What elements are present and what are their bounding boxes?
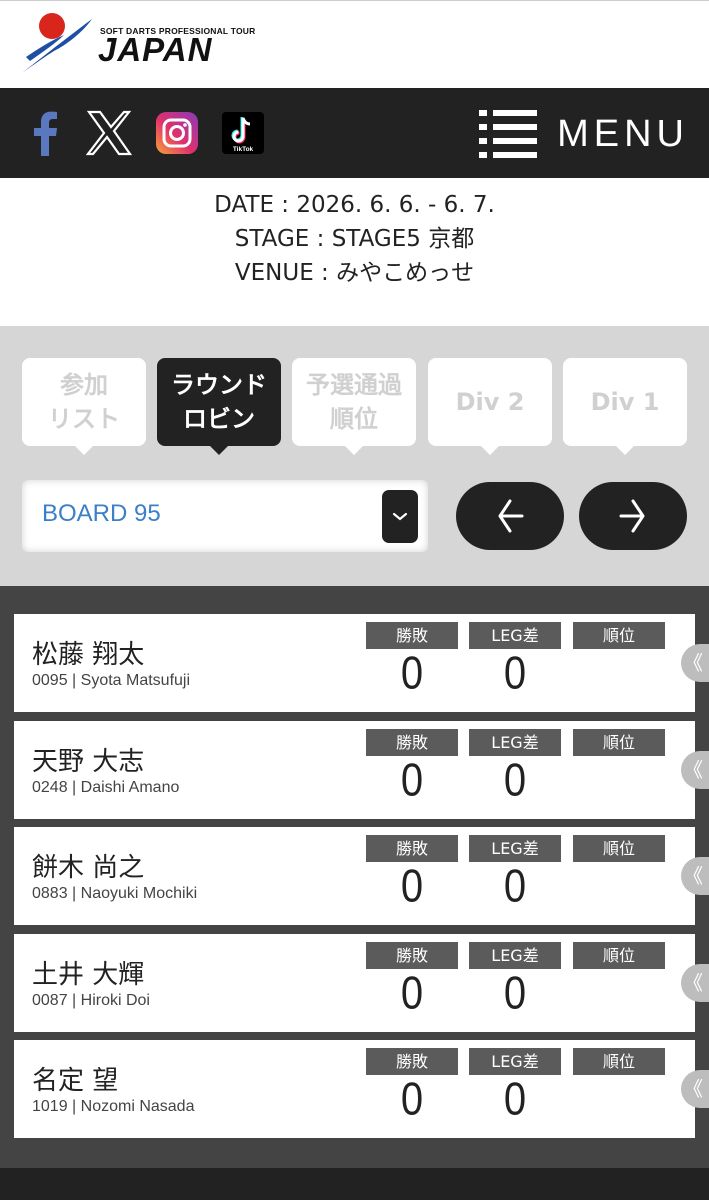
player-name: 松藤 翔太: [32, 640, 145, 670]
logo-mark-icon[interactable]: [20, 11, 94, 79]
tab-entry-list[interactable]: 参加 リスト: [22, 358, 146, 455]
expand-chevron-icon[interactable]: 《: [681, 1070, 709, 1108]
previous-board-button[interactable]: [456, 482, 564, 550]
stat-header-rank: 順位: [573, 729, 665, 756]
next-board-button[interactable]: [579, 482, 687, 550]
stat-header-leg-diff: LEG差: [469, 622, 561, 649]
tab-label: リスト: [48, 405, 120, 433]
expand-chevron-icon[interactable]: 《: [681, 964, 709, 1002]
stat-header-record: 勝敗: [366, 1048, 458, 1075]
logo-wordmark[interactable]: JAPAN: [98, 31, 212, 69]
stat-header-leg-diff: LEG差: [469, 835, 561, 862]
stat-leg-diff: 0: [503, 1074, 527, 1125]
nav-bar: TikTok MENU: [0, 88, 709, 178]
controls-panel: 参加リスト ラウンドロビン 予選通過順位 Div 2 Div 1 BOARD 9…: [0, 326, 709, 586]
tab-label: Div 1: [590, 388, 660, 416]
stat-record: 0: [400, 648, 424, 699]
expand-chevron-icon[interactable]: 《: [681, 751, 709, 789]
hamburger-icon: [479, 110, 538, 158]
player-card: 名定 望 1019 | Nozomi Nasada 勝敗 LEG差 順位 0 0…: [14, 1040, 709, 1138]
player-card: 天野 大志 0248 | Daishi Amano 勝敗 LEG差 順位 0 0…: [14, 721, 709, 819]
stat-header-record: 勝敗: [366, 942, 458, 969]
stat-header-record: 勝敗: [366, 622, 458, 649]
stat-header-record: 勝敗: [366, 835, 458, 862]
tab-label: Div 2: [455, 388, 525, 416]
stat-record: 0: [400, 968, 424, 1019]
event-venue: VENUE : みやこめっせ: [234, 260, 475, 286]
player-id-name: 1019 | Nozomi Nasada: [32, 1098, 195, 1115]
facebook-icon[interactable]: [22, 110, 68, 156]
chevron-down-icon[interactable]: [382, 490, 418, 543]
tab-label: ラウンド: [171, 371, 267, 399]
stat-record: 0: [400, 1074, 424, 1125]
stat-rank: [573, 861, 665, 919]
player-id-name: 0883 | Naoyuki Mochiki: [32, 885, 198, 902]
stat-rank: [573, 1074, 665, 1132]
expand-chevron-icon[interactable]: 《: [681, 644, 709, 682]
player-card: 松藤 翔太 0095 | Syota Matsufuji 勝敗 LEG差 順位 …: [14, 614, 709, 712]
event-date: DATE : 2026. 6. 6. - 6. 7.: [214, 192, 495, 218]
tab-round-robin[interactable]: ラウンド ロビン: [157, 358, 281, 455]
player-list: 松藤 翔太 0095 | Syota Matsufuji 勝敗 LEG差 順位 …: [0, 586, 709, 1168]
tab-label: 順位: [330, 405, 378, 433]
board-select[interactable]: BOARD 95: [22, 480, 428, 552]
arrow-left-icon: [498, 499, 524, 533]
player-name: 天野 大志: [32, 747, 145, 777]
arrow-right-icon: [619, 499, 645, 533]
event-info: DATE : 2026. 6. 6. - 6. 7. STAGE : STAGE…: [0, 178, 709, 326]
player-name: 名定 望: [32, 1066, 119, 1096]
footer-bar: [0, 1168, 709, 1200]
tab-label: 参加: [60, 371, 108, 399]
menu-button[interactable]: MENU: [479, 106, 689, 162]
stat-rank: [573, 648, 665, 706]
stat-header-record: 勝敗: [366, 729, 458, 756]
menu-label: MENU: [557, 112, 689, 155]
tab-div2[interactable]: Div 2: [428, 358, 552, 455]
tiktok-label: TikTok: [233, 146, 254, 153]
player-id-name: 0248 | Daishi Amano: [32, 779, 180, 796]
board-select-value: BOARD 95: [42, 500, 161, 527]
stat-record: 0: [400, 861, 424, 912]
expand-chevron-icon[interactable]: 《: [681, 857, 709, 895]
player-name: 餅木 尚之: [32, 853, 145, 883]
tab-qualifying-rank[interactable]: 予選通過 順位: [292, 358, 416, 455]
tab-label: 予選通過: [306, 371, 402, 399]
tab-label: ロビン: [183, 405, 255, 433]
event-stage: STAGE : STAGE5 京都: [234, 226, 475, 252]
stat-leg-diff: 0: [503, 861, 527, 912]
player-card: 餅木 尚之 0883 | Naoyuki Mochiki 勝敗 LEG差 順位 …: [14, 827, 709, 925]
stat-rank: [573, 755, 665, 813]
tiktok-icon[interactable]: TikTok: [220, 110, 266, 156]
x-icon[interactable]: [86, 110, 132, 156]
stat-leg-diff: 0: [503, 968, 527, 1019]
player-id-name: 0087 | Hiroki Doi: [32, 992, 150, 1009]
stat-header-rank: 順位: [573, 942, 665, 969]
stat-record: 0: [400, 755, 424, 806]
stat-leg-diff: 0: [503, 648, 527, 699]
stat-header-rank: 順位: [573, 622, 665, 649]
player-name: 土井 大輝: [32, 960, 145, 990]
stat-header-leg-diff: LEG差: [469, 1048, 561, 1075]
instagram-icon[interactable]: [154, 110, 200, 156]
site-header: SOFT DARTS PROFESSIONAL TOUR JAPAN: [0, 0, 709, 88]
stat-leg-diff: 0: [503, 755, 527, 806]
stat-header-rank: 順位: [573, 835, 665, 862]
player-card: 土井 大輝 0087 | Hiroki Doi 勝敗 LEG差 順位 0 0 《: [14, 934, 709, 1032]
tab-div1[interactable]: Div 1: [563, 358, 687, 455]
stat-header-rank: 順位: [573, 1048, 665, 1075]
stat-header-leg-diff: LEG差: [469, 942, 561, 969]
stat-rank: [573, 968, 665, 1026]
player-id-name: 0095 | Syota Matsufuji: [32, 672, 191, 689]
stat-header-leg-diff: LEG差: [469, 729, 561, 756]
